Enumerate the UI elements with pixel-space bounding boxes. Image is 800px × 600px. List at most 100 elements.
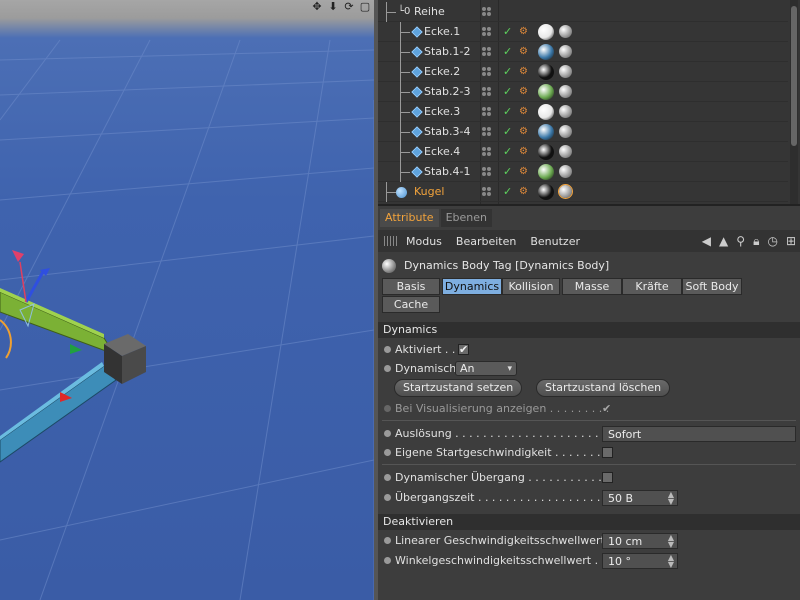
tag-icon[interactable]	[559, 145, 572, 158]
body-tab[interactable]: Masse	[562, 278, 622, 295]
startzustand-setzen-button[interactable]: Startzustand setzen	[394, 379, 523, 397]
dynamics-tag-icon[interactable]: ⚙	[519, 166, 531, 178]
spin-arrows-icon[interactable]: ▲ ▼	[668, 491, 674, 506]
tag-icon[interactable]	[559, 125, 572, 138]
visibility-dots-icon[interactable]	[482, 127, 492, 137]
material-icon[interactable]	[538, 104, 554, 120]
viewport-3d[interactable]: ✥ ⬇ ⟳ ▢	[0, 0, 374, 600]
object-row[interactable]: Kugel ✓ ⚙	[378, 182, 788, 202]
menu-modus[interactable]: Modus	[406, 235, 442, 248]
material-icon[interactable]	[538, 164, 554, 180]
dynamics-tag-icon[interactable]: ⚙	[519, 186, 531, 198]
grip-icon[interactable]	[384, 236, 398, 246]
enabled-check-icon[interactable]: ✓	[503, 142, 512, 162]
object-row[interactable]: Ecke.3 ✓ ⚙	[378, 102, 788, 122]
scroll-thumb[interactable]	[791, 6, 797, 146]
tag-icon[interactable]	[559, 25, 572, 38]
menu-benutzer[interactable]: Benutzer	[530, 235, 580, 248]
checkbox-aktiviert[interactable]	[458, 340, 469, 359]
anim-bullet[interactable]	[384, 449, 391, 456]
material-icon[interactable]	[538, 24, 554, 40]
enabled-check-icon[interactable]: ✓	[503, 22, 512, 42]
body-tab[interactable]: Dynamics	[442, 278, 502, 295]
rod-green[interactable]	[0, 291, 116, 355]
anim-bullet[interactable]	[384, 494, 391, 501]
ausloesung-select[interactable]: Sofort	[602, 426, 796, 442]
axis-green-arrow[interactable]	[70, 344, 82, 354]
visibility-dots-icon[interactable]	[482, 107, 492, 117]
material-icon[interactable]	[538, 84, 554, 100]
visibility-dots-icon[interactable]	[482, 67, 492, 77]
move-icon[interactable]: ✥	[310, 0, 324, 14]
visibility-dots-icon[interactable]	[482, 47, 492, 57]
dynamics-tag-icon[interactable]: ⚙	[519, 126, 531, 138]
material-icon[interactable]	[538, 144, 554, 160]
menu-bearbeiten[interactable]: Bearbeiten	[456, 235, 516, 248]
object-row[interactable]: Ecke.4 ✓ ⚙	[378, 142, 788, 162]
visibility-dots-icon[interactable]	[482, 87, 492, 97]
object-row[interactable]: Stab.4-1 ✓ ⚙	[378, 162, 788, 182]
object-row[interactable]: Ecke.1 ✓ ⚙	[378, 22, 788, 42]
object-row[interactable]: Stab.3-4 ✓ ⚙	[378, 122, 788, 142]
checkbox-dyn-uebergang[interactable]	[602, 472, 613, 483]
history-icon[interactable]: ◷	[767, 234, 777, 249]
layout-icon[interactable]: ▢	[358, 0, 372, 14]
body-tab[interactable]: Kollision	[502, 278, 560, 295]
object-name[interactable]: Kugel	[414, 182, 486, 202]
body-tab[interactable]: Basis	[382, 278, 440, 295]
enabled-check-icon[interactable]: ✓	[503, 162, 512, 182]
visibility-dots-icon[interactable]	[482, 167, 492, 177]
dynamics-tag-icon[interactable]: ⚙	[519, 26, 531, 38]
visibility-dots-icon[interactable]	[482, 147, 492, 157]
material-icon[interactable]	[538, 184, 554, 200]
tag-icon[interactable]	[559, 85, 572, 98]
enabled-check-icon[interactable]: ✓	[503, 182, 512, 202]
enabled-check-icon[interactable]: ✓	[503, 102, 512, 122]
back-arrow-icon[interactable]: ◀	[702, 234, 711, 249]
object-row[interactable]: Stab.2-3 ✓ ⚙	[378, 82, 788, 102]
up-arrow-icon[interactable]: ▲	[719, 234, 728, 249]
body-tab[interactable]: Cache	[382, 296, 440, 313]
object-row[interactable]: └0 Reihe	[378, 2, 788, 22]
enabled-check-icon[interactable]: ✓	[503, 62, 512, 82]
arrow-down-icon[interactable]: ⬇	[326, 0, 340, 14]
anim-bullet[interactable]	[384, 365, 391, 372]
material-icon[interactable]	[538, 64, 554, 80]
checkbox-eigene-start[interactable]	[602, 447, 613, 458]
anim-bullet[interactable]	[384, 474, 391, 481]
dynamics-tag-icon[interactable]: ⚙	[519, 86, 531, 98]
spin-arrows-icon[interactable]: ▲ ▼	[668, 554, 674, 569]
spin-arrows-icon[interactable]: ▲ ▼	[668, 534, 674, 549]
anim-bullet[interactable]	[384, 557, 391, 564]
dynamisch-select[interactable]: An	[455, 361, 517, 376]
uebergangszeit-input[interactable]: 50 B ▲ ▼	[602, 490, 678, 506]
enabled-check-icon[interactable]: ✓	[503, 42, 512, 62]
enabled-check-icon[interactable]: ✓	[503, 82, 512, 102]
rotate-icon[interactable]: ⟳	[342, 0, 356, 14]
body-tab[interactable]: Kräfte	[622, 278, 682, 295]
tag-icon[interactable]	[558, 184, 573, 199]
tab-attribute[interactable]: Attribute	[380, 209, 439, 227]
object-manager-scrollbar[interactable]	[790, 0, 798, 204]
anim-bullet[interactable]	[384, 346, 391, 353]
new-window-icon[interactable]: ⊞	[786, 234, 796, 249]
search-icon[interactable]: ⚲	[736, 234, 745, 249]
enabled-check-icon[interactable]: ✓	[503, 122, 512, 142]
winkel-threshold-input[interactable]: 10 ° ▲ ▼	[602, 553, 678, 569]
startzustand-loeschen-button[interactable]: Startzustand löschen	[536, 379, 671, 397]
material-icon[interactable]	[538, 44, 554, 60]
material-icon[interactable]	[538, 124, 554, 140]
anim-bullet[interactable]	[384, 537, 391, 544]
visibility-dots-icon[interactable]	[482, 187, 492, 197]
lock-icon[interactable]: 🔒︎	[753, 234, 759, 249]
visibility-dots-icon[interactable]	[482, 7, 492, 17]
object-row[interactable]: Ecke.2 ✓ ⚙	[378, 62, 788, 82]
object-row[interactable]: Stab.1-2 ✓ ⚙	[378, 42, 788, 62]
visibility-dots-icon[interactable]	[482, 27, 492, 37]
tag-icon[interactable]	[559, 65, 572, 78]
tag-icon[interactable]	[559, 165, 572, 178]
tab-ebenen[interactable]: Ebenen	[440, 209, 492, 227]
tag-icon[interactable]	[559, 45, 572, 58]
dynamics-tag-icon[interactable]: ⚙	[519, 66, 531, 78]
body-tab[interactable]: Soft Body	[682, 278, 742, 295]
